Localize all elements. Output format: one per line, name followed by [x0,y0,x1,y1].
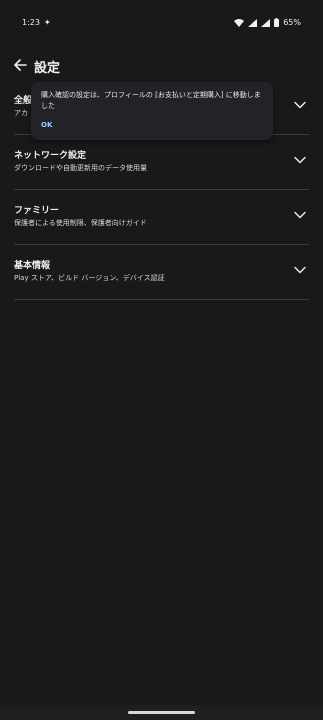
section-network[interactable]: ネットワーク設定 ダウンロードや自動更新用のデータ使用量 [14,135,309,190]
section-title: 全般 [14,96,33,106]
popup-message: 購入確認の設定は、プロフィールの [お支払いと定期購入] に移動しました [41,91,261,110]
signal-2-icon [261,18,271,27]
battery-icon [274,18,280,27]
section-subtitle: アカ [14,109,28,117]
home-gesture-handle[interactable] [128,711,195,714]
app-bar: 設定 [0,52,323,80]
signal-icon [248,18,258,27]
chevron-down-icon [294,101,306,109]
section-title: ファミリー [14,206,60,216]
battery-level: 65% [283,18,301,27]
chevron-down-icon [294,266,306,274]
wifi-icon [234,18,245,27]
section-title: ネットワーク設定 [14,151,87,161]
page-title: 設定 [34,61,61,76]
section-title: 基本情報 [14,261,51,271]
status-time: 1:23 [22,18,40,27]
section-subtitle: ダウンロードや自動更新用のデータ使用量 [14,164,147,172]
info-popup: 購入確認の設定は、プロフィールの [お支払いと定期購入] に移動しました OK [31,82,273,140]
arrow-back-icon [14,59,27,71]
status-right: 65% [234,18,301,27]
back-button[interactable] [9,54,31,76]
status-left: 1:23 ✦ [22,18,51,27]
section-subtitle: Play ストア、ビルド バージョン、デバイス認証 [14,274,165,282]
sparkle-icon: ✦ [43,18,51,27]
ok-button[interactable]: OK [41,121,52,129]
chevron-down-icon [294,211,306,219]
status-bar: 1:23 ✦ 65% [0,0,323,44]
chevron-down-icon [294,156,306,164]
section-family[interactable]: ファミリー 保護者による使用制限、保護者向けガイド [14,190,309,245]
section-subtitle: 保護者による使用制限、保護者向けガイド [14,219,147,227]
section-about[interactable]: 基本情報 Play ストア、ビルド バージョン、デバイス認証 [14,245,309,300]
